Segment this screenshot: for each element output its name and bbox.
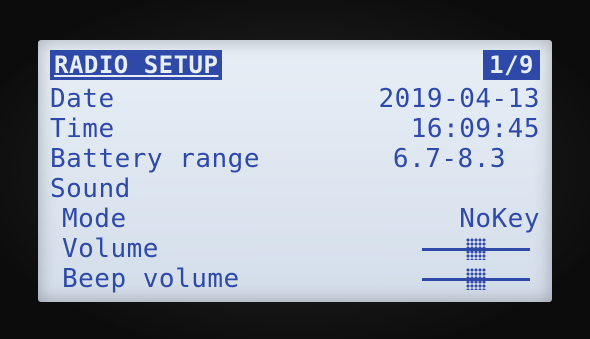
setting-row-mode[interactable]: Mode NoKey	[50, 204, 540, 234]
lcd-screen: RADIO SETUP 1/9 Date 2019-04-13 Time 16:…	[38, 40, 552, 302]
setting-row-date[interactable]: Date 2019-04-13	[50, 84, 540, 114]
device-bezel: RADIO SETUP 1/9 Date 2019-04-13 Time 16:…	[0, 0, 590, 339]
sound-section-label: Sound	[50, 174, 131, 204]
section-sound: Sound	[50, 174, 540, 204]
setting-row-time[interactable]: Time 16:09:45	[50, 114, 540, 144]
time-label: Time	[50, 114, 115, 144]
mode-label: Mode	[62, 204, 127, 234]
battery-range-value[interactable]: 6.7-8.3	[393, 144, 506, 174]
time-value[interactable]: 16:09:45	[411, 114, 540, 144]
beep-volume-label: Beep volume	[62, 264, 240, 294]
header-row: RADIO SETUP 1/9	[50, 50, 540, 80]
setting-row-battery-range[interactable]: Battery range 6.7-8.3	[50, 144, 540, 174]
beep-volume-slider[interactable]	[422, 264, 530, 294]
setting-row-volume[interactable]: Volume	[50, 234, 540, 264]
volume-slider-knob[interactable]	[466, 238, 486, 260]
date-label: Date	[50, 84, 115, 114]
setting-row-beep-volume[interactable]: Beep volume	[50, 264, 540, 294]
page-indicator: 1/9	[483, 50, 540, 80]
volume-label: Volume	[62, 234, 159, 264]
volume-slider[interactable]	[422, 234, 530, 264]
page-title: RADIO SETUP	[50, 50, 223, 80]
beep-volume-slider-knob[interactable]	[466, 268, 486, 290]
date-value[interactable]: 2019-04-13	[378, 84, 540, 114]
battery-range-label: Battery range	[50, 144, 260, 174]
mode-value[interactable]: NoKey	[459, 204, 540, 234]
